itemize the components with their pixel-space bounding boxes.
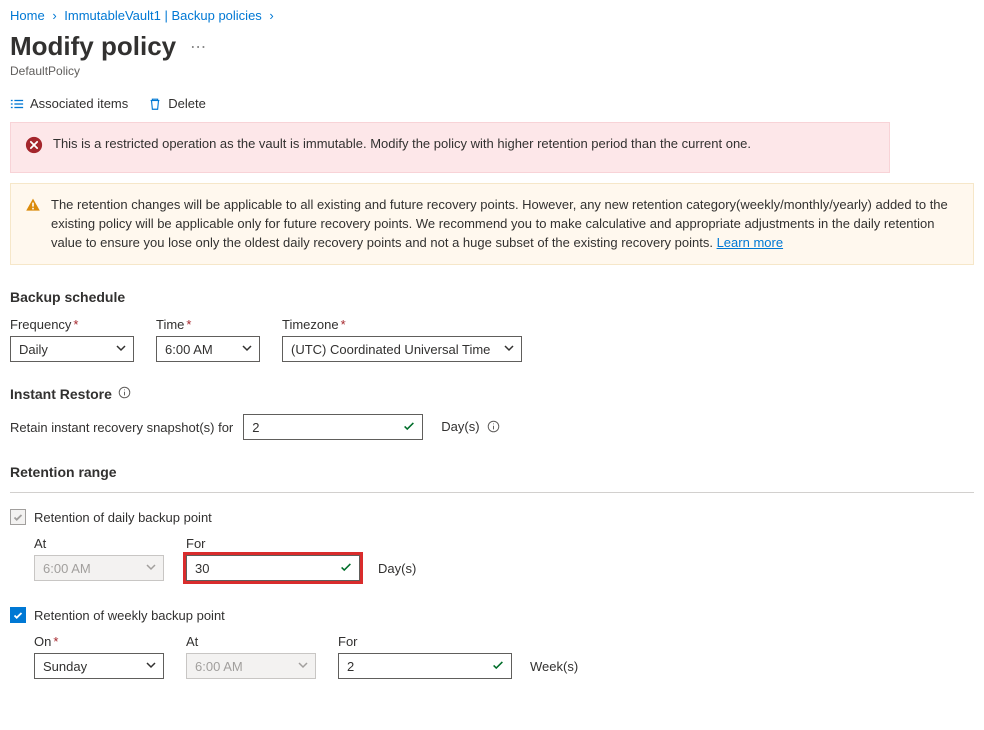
associated-items-label: Associated items [30, 96, 128, 111]
chevron-down-icon [145, 561, 157, 576]
weekly-at-label: At [186, 634, 316, 649]
page-subtitle: DefaultPolicy [10, 64, 974, 78]
instant-retain-label: Retain instant recovery snapshot(s) for [10, 420, 233, 435]
delete-button[interactable]: Delete [148, 96, 206, 111]
instant-retain-input[interactable]: 2 [243, 414, 423, 440]
instant-restore-heading: Instant Restore [10, 386, 974, 402]
learn-more-link[interactable]: Learn more [717, 235, 783, 250]
breadcrumb: Home › ImmutableVault1 | Backup policies… [10, 6, 974, 29]
weekly-for-label: For [338, 634, 578, 649]
warning-text: The retention changes will be applicable… [51, 196, 959, 253]
chevron-down-icon [145, 659, 157, 674]
frequency-dropdown[interactable]: Daily [10, 336, 134, 362]
daily-at-label: At [34, 536, 164, 551]
daily-for-label: For [186, 536, 416, 551]
retention-range-heading: Retention range [10, 464, 974, 480]
check-icon [402, 419, 416, 436]
more-actions-button[interactable]: ⋯ [190, 37, 208, 57]
daily-for-input[interactable]: 30 [186, 555, 360, 581]
instant-retain-unit: Day(s) [441, 419, 500, 436]
daily-for-unit: Day(s) [378, 561, 416, 576]
weekly-on-dropdown[interactable]: Sunday [34, 653, 164, 679]
command-bar: Associated items Delete [10, 96, 974, 112]
chevron-down-icon [115, 342, 127, 357]
check-icon [339, 560, 353, 577]
frequency-label: Frequency* [10, 317, 134, 332]
daily-retention-label: Retention of daily backup point [34, 510, 212, 525]
chevron-right-icon: › [52, 8, 56, 23]
warning-banner: The retention changes will be applicable… [10, 183, 974, 266]
chevron-right-icon: › [269, 8, 273, 23]
weekly-on-label: On* [34, 634, 164, 649]
info-icon[interactable] [487, 420, 500, 436]
daily-at-dropdown: 6:00 AM [34, 555, 164, 581]
error-icon [25, 136, 43, 160]
warning-icon [25, 197, 41, 219]
divider [10, 492, 974, 493]
backup-schedule-heading: Backup schedule [10, 289, 974, 305]
weekly-retention-checkbox[interactable]: Retention of weekly backup point [10, 607, 225, 623]
timezone-dropdown[interactable]: (UTC) Coordinated Universal Time [282, 336, 522, 362]
weekly-for-input[interactable]: 2 [338, 653, 512, 679]
error-banner: This is a restricted operation as the va… [10, 122, 890, 173]
time-label: Time* [156, 317, 260, 332]
page-title: Modify policy [10, 31, 176, 62]
weekly-retention-label: Retention of weekly backup point [34, 608, 225, 623]
error-text: This is a restricted operation as the va… [53, 135, 751, 154]
info-icon[interactable] [118, 386, 131, 402]
associated-items-button[interactable]: Associated items [10, 96, 128, 111]
breadcrumb-home[interactable]: Home [10, 8, 45, 23]
breadcrumb-vault[interactable]: ImmutableVault1 | Backup policies [64, 8, 262, 23]
chevron-down-icon [503, 342, 515, 357]
delete-label: Delete [168, 96, 206, 111]
chevron-down-icon [241, 342, 253, 357]
chevron-down-icon [297, 659, 309, 674]
checkbox-checked-icon [10, 607, 26, 623]
daily-retention-checkbox[interactable]: Retention of daily backup point [10, 509, 212, 525]
check-icon [491, 658, 505, 675]
weekly-at-dropdown: 6:00 AM [186, 653, 316, 679]
weekly-for-unit: Week(s) [530, 659, 578, 674]
time-dropdown[interactable]: 6:00 AM [156, 336, 260, 362]
trash-icon [148, 97, 162, 111]
checkbox-locked-icon [10, 509, 26, 525]
list-icon [10, 97, 24, 111]
timezone-label: Timezone* [282, 317, 522, 332]
